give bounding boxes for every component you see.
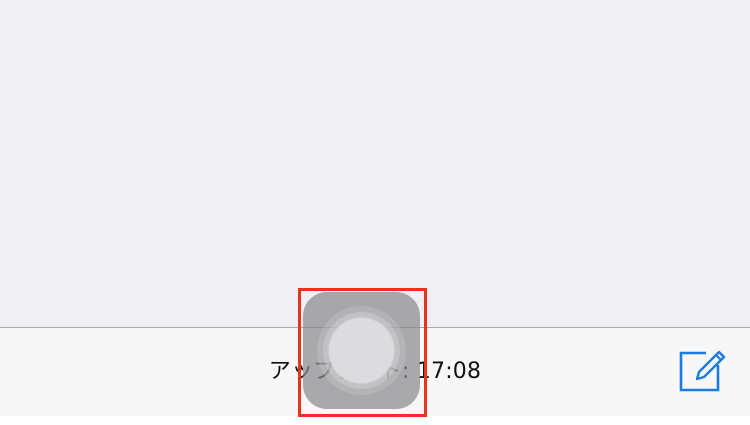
compose-icon <box>679 350 726 392</box>
highlight-annotation-box <box>298 288 427 417</box>
compose-button[interactable] <box>676 345 726 395</box>
bottom-strip <box>0 416 750 425</box>
mailbox-content-area <box>0 0 750 327</box>
